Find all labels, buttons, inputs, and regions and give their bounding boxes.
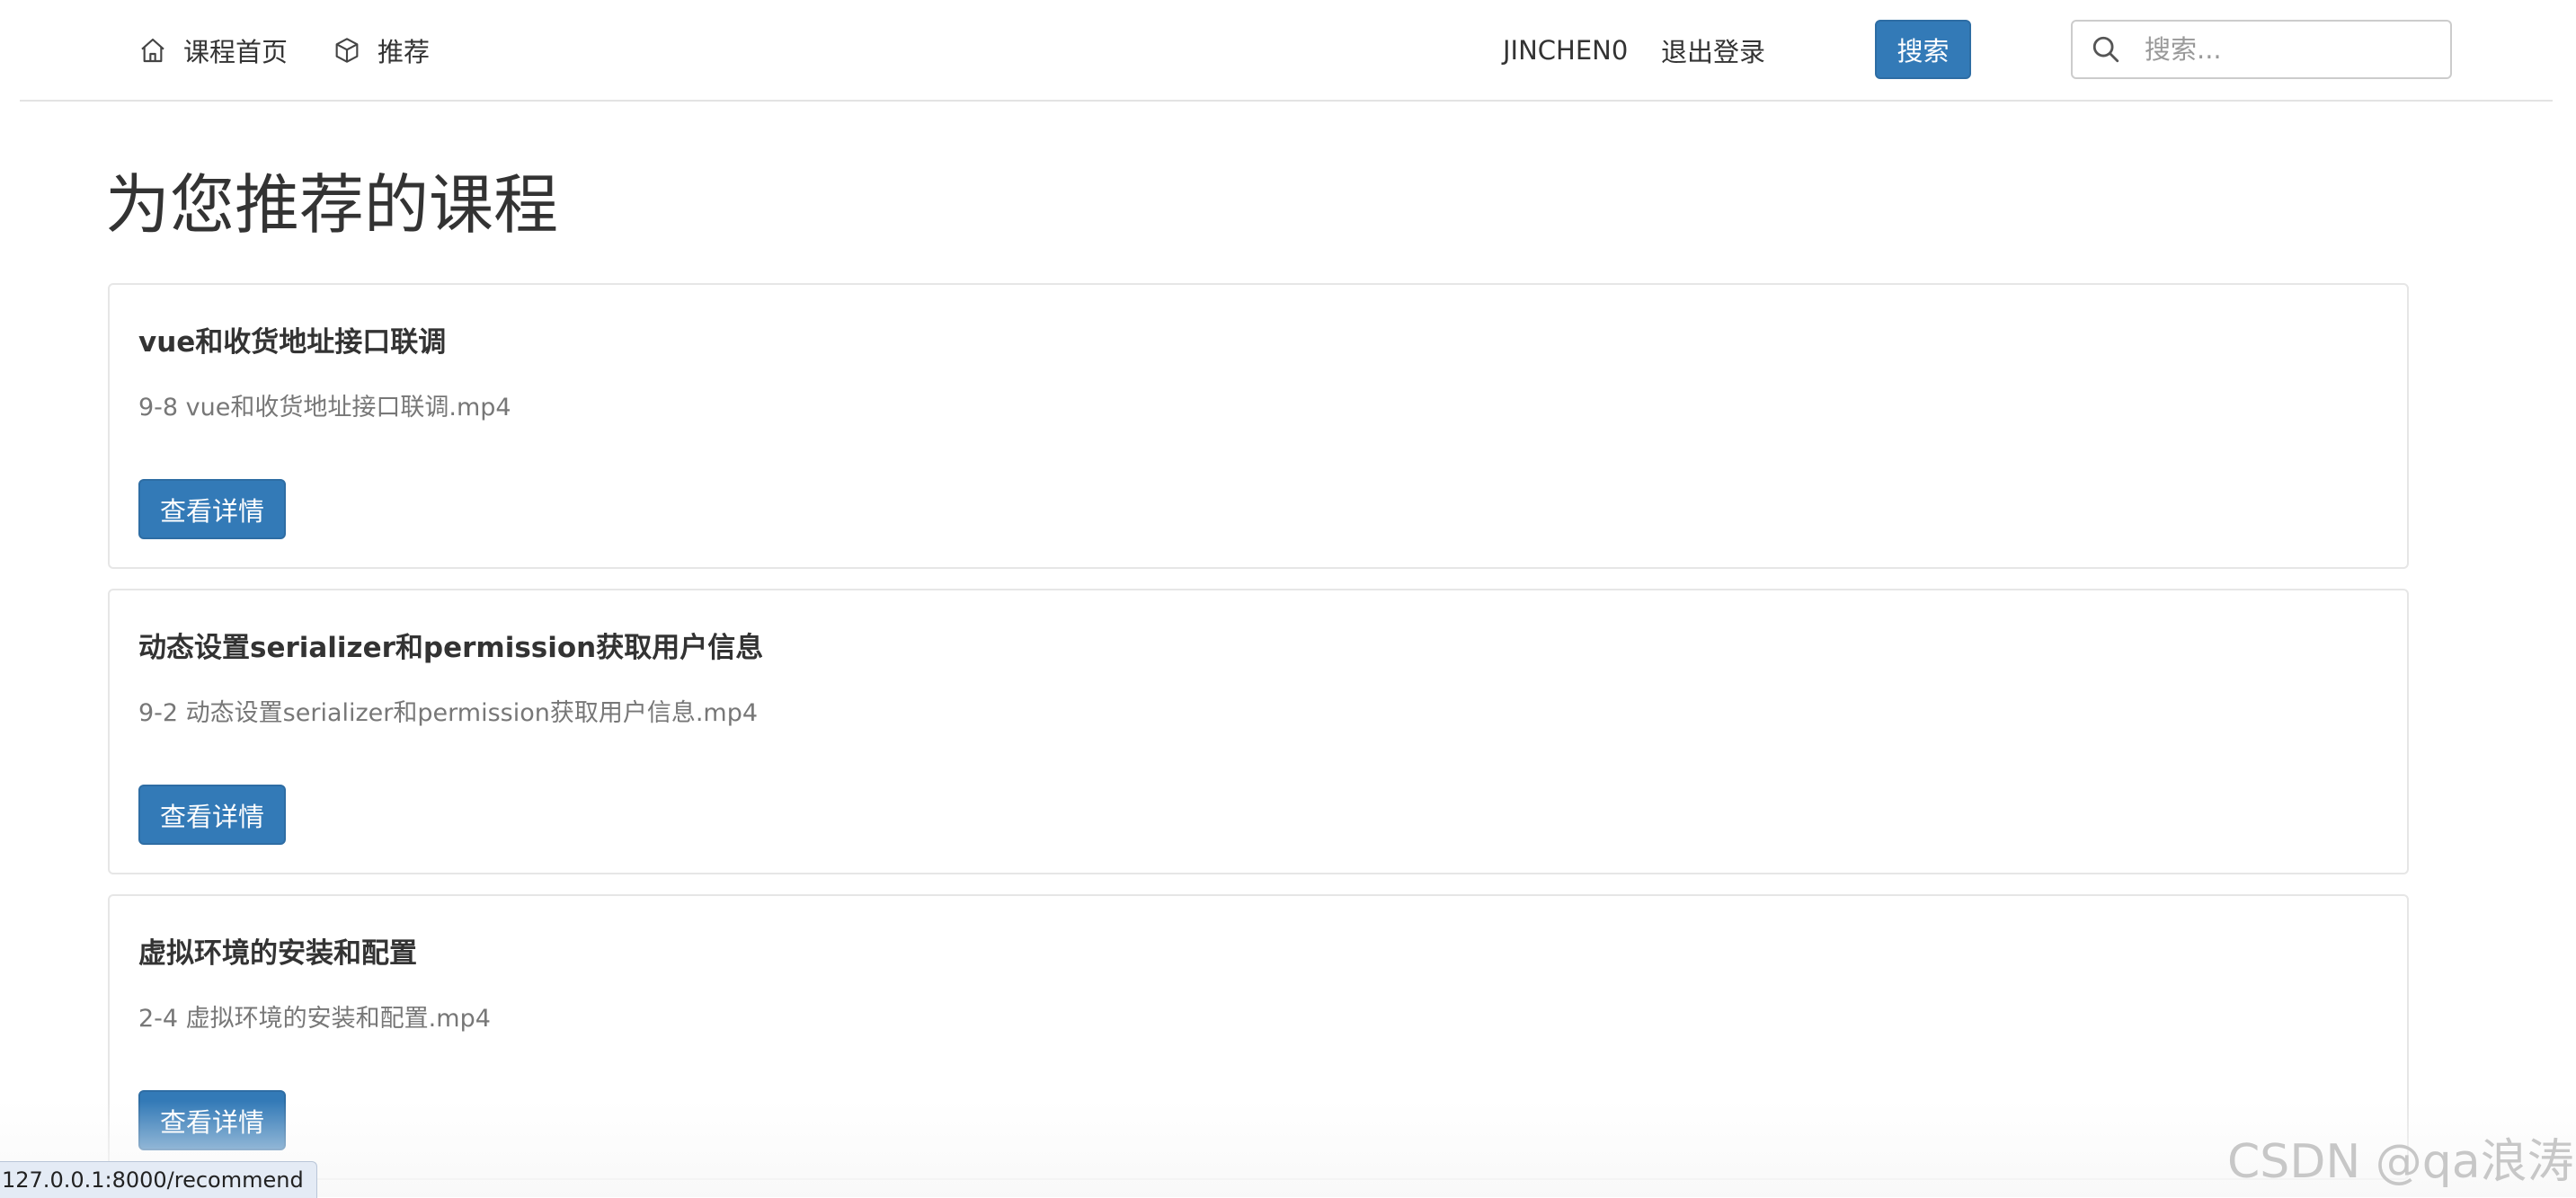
home-icon [141,38,164,63]
view-details-button[interactable]: 查看详情 [138,785,286,845]
search-button[interactable]: 搜索 [1875,20,1971,79]
search-icon [2092,36,2119,63]
cube-icon [335,38,359,63]
search-box [2071,20,2452,79]
watermark: CSDN @qa浪涛 [2227,1135,2574,1189]
course-title: 动态设置serializer和permission获取用户信息 [138,632,764,664]
course-card: vue和收货地址接口联调 9-8 vue和收货地址接口联调.mp4 查看详情 [108,283,2409,569]
nav-home-link[interactable]: 课程首页 [138,29,288,72]
course-file: 2-4 虚拟环境的安装和配置.mp4 [138,1005,491,1033]
nav-recommend-link[interactable]: 推荐 [333,29,430,72]
status-bar-url: 127.0.0.1:8000/recommend [0,1161,317,1198]
course-title: 虚拟环境的安装和配置 [138,937,417,970]
course-file: 9-8 vue和收货地址接口联调.mp4 [138,394,511,422]
bottom-fade [0,1101,2576,1197]
nav-home-label: 课程首页 [183,37,289,67]
nav-recommend-label: 推荐 [378,37,431,67]
course-file: 9-2 动态设置serializer和permission获取用户信息.mp4 [138,699,759,727]
view-details-button[interactable]: 查看详情 [138,479,286,539]
username-link[interactable]: JINCHEN0 [1503,29,1628,72]
logout-link[interactable]: 退出登录 [1661,29,1765,72]
search-input[interactable] [2143,33,2416,66]
navbar: 课程首页 推荐 JINCHEN0 退出登录 搜索 [20,0,2553,102]
course-card: 动态设置serializer和permission获取用户信息 9-2 动态设置… [108,589,2409,874]
page-title: 为您推荐的课程 [105,167,559,243]
course-title: vue和收货地址接口联调 [138,326,447,359]
